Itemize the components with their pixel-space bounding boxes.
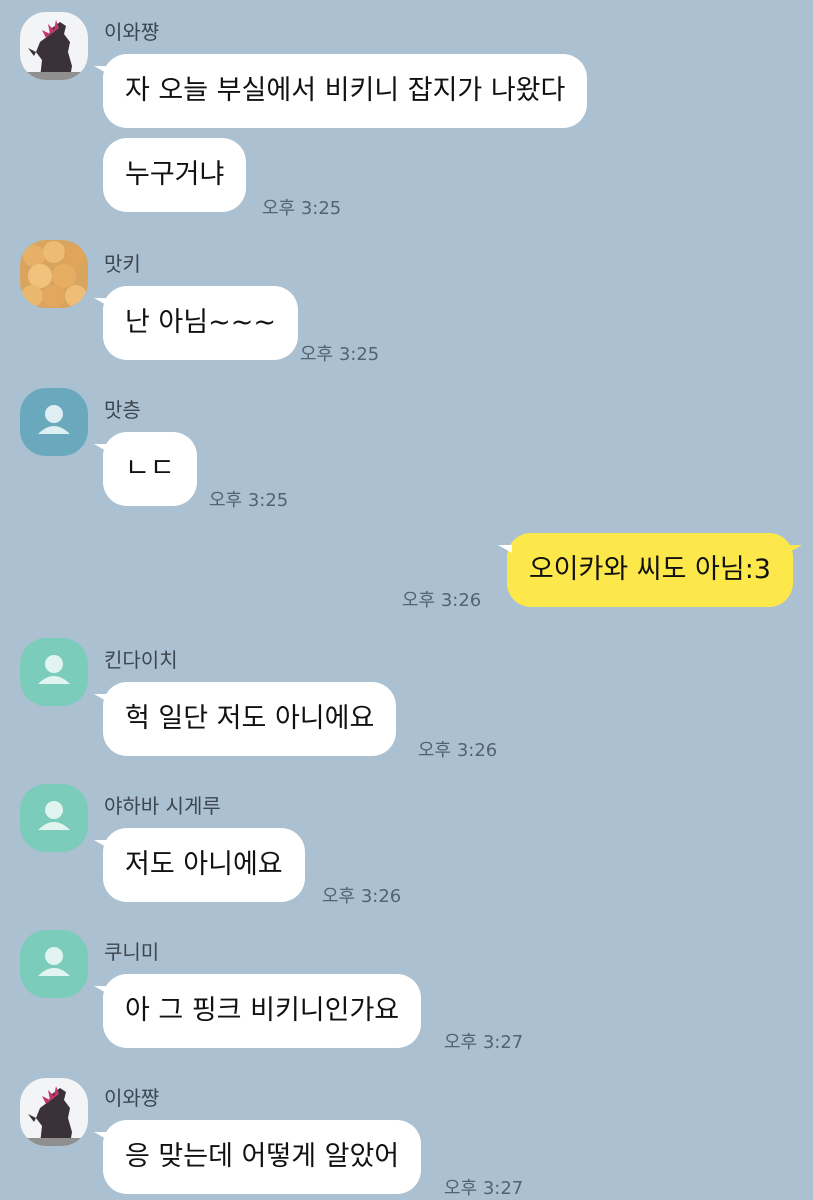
sender-name: 이와쨩 xyxy=(104,20,160,44)
message-bubble[interactable]: 헉 일단 저도 아니에요 xyxy=(93,682,397,756)
message-bubble[interactable]: ㄴㄷ xyxy=(94,432,197,506)
message-bubble[interactable]: 아 그 핑크 비키니인가요 xyxy=(93,974,422,1048)
message-bubble[interactable]: 난 아님~~~ xyxy=(94,286,298,360)
sender-name: 킨다이치 xyxy=(104,648,178,672)
message-time: 오후 3:26 xyxy=(322,886,402,907)
avatar-godzilla-icon[interactable] xyxy=(20,12,88,80)
message-bubble[interactable]: 자 오늘 부실에서 비키니 잡지가 나왔다 xyxy=(93,54,588,128)
my-message-bubble[interactable]: 오이카와 씨도 아님:3 xyxy=(497,533,803,607)
avatar-person-icon[interactable] xyxy=(20,638,88,706)
message-time: 오후 3:26 xyxy=(418,740,498,761)
avatar-godzilla-icon[interactable] xyxy=(20,1078,88,1146)
avatar-cream-puffs-icon[interactable] xyxy=(20,240,88,308)
sender-name: 쿠니미 xyxy=(104,940,160,964)
sender-name: 야하바 시게루 xyxy=(104,794,221,818)
message-time: 오후 3:25 xyxy=(262,198,342,219)
avatar-person-icon[interactable] xyxy=(20,388,88,456)
sender-name: 맛키 xyxy=(104,252,141,276)
message-bubble[interactable]: 누구거냐 xyxy=(103,138,247,212)
avatar-person-icon[interactable] xyxy=(20,930,88,998)
sender-name: 맛층 xyxy=(104,398,141,422)
message-time: 오후 3:25 xyxy=(209,490,289,511)
message-time: 오후 3:27 xyxy=(444,1032,524,1053)
message-time: 오후 3:25 xyxy=(300,344,380,365)
avatar-person-icon[interactable] xyxy=(20,784,88,852)
message-time: 오후 3:26 xyxy=(402,590,482,611)
message-time: 오후 3:27 xyxy=(444,1178,524,1199)
message-bubble[interactable]: 저도 아니에요 xyxy=(94,828,305,902)
sender-name: 이와쨩 xyxy=(104,1086,160,1110)
message-bubble[interactable]: 응 맞는데 어떻게 알았어 xyxy=(93,1120,422,1194)
